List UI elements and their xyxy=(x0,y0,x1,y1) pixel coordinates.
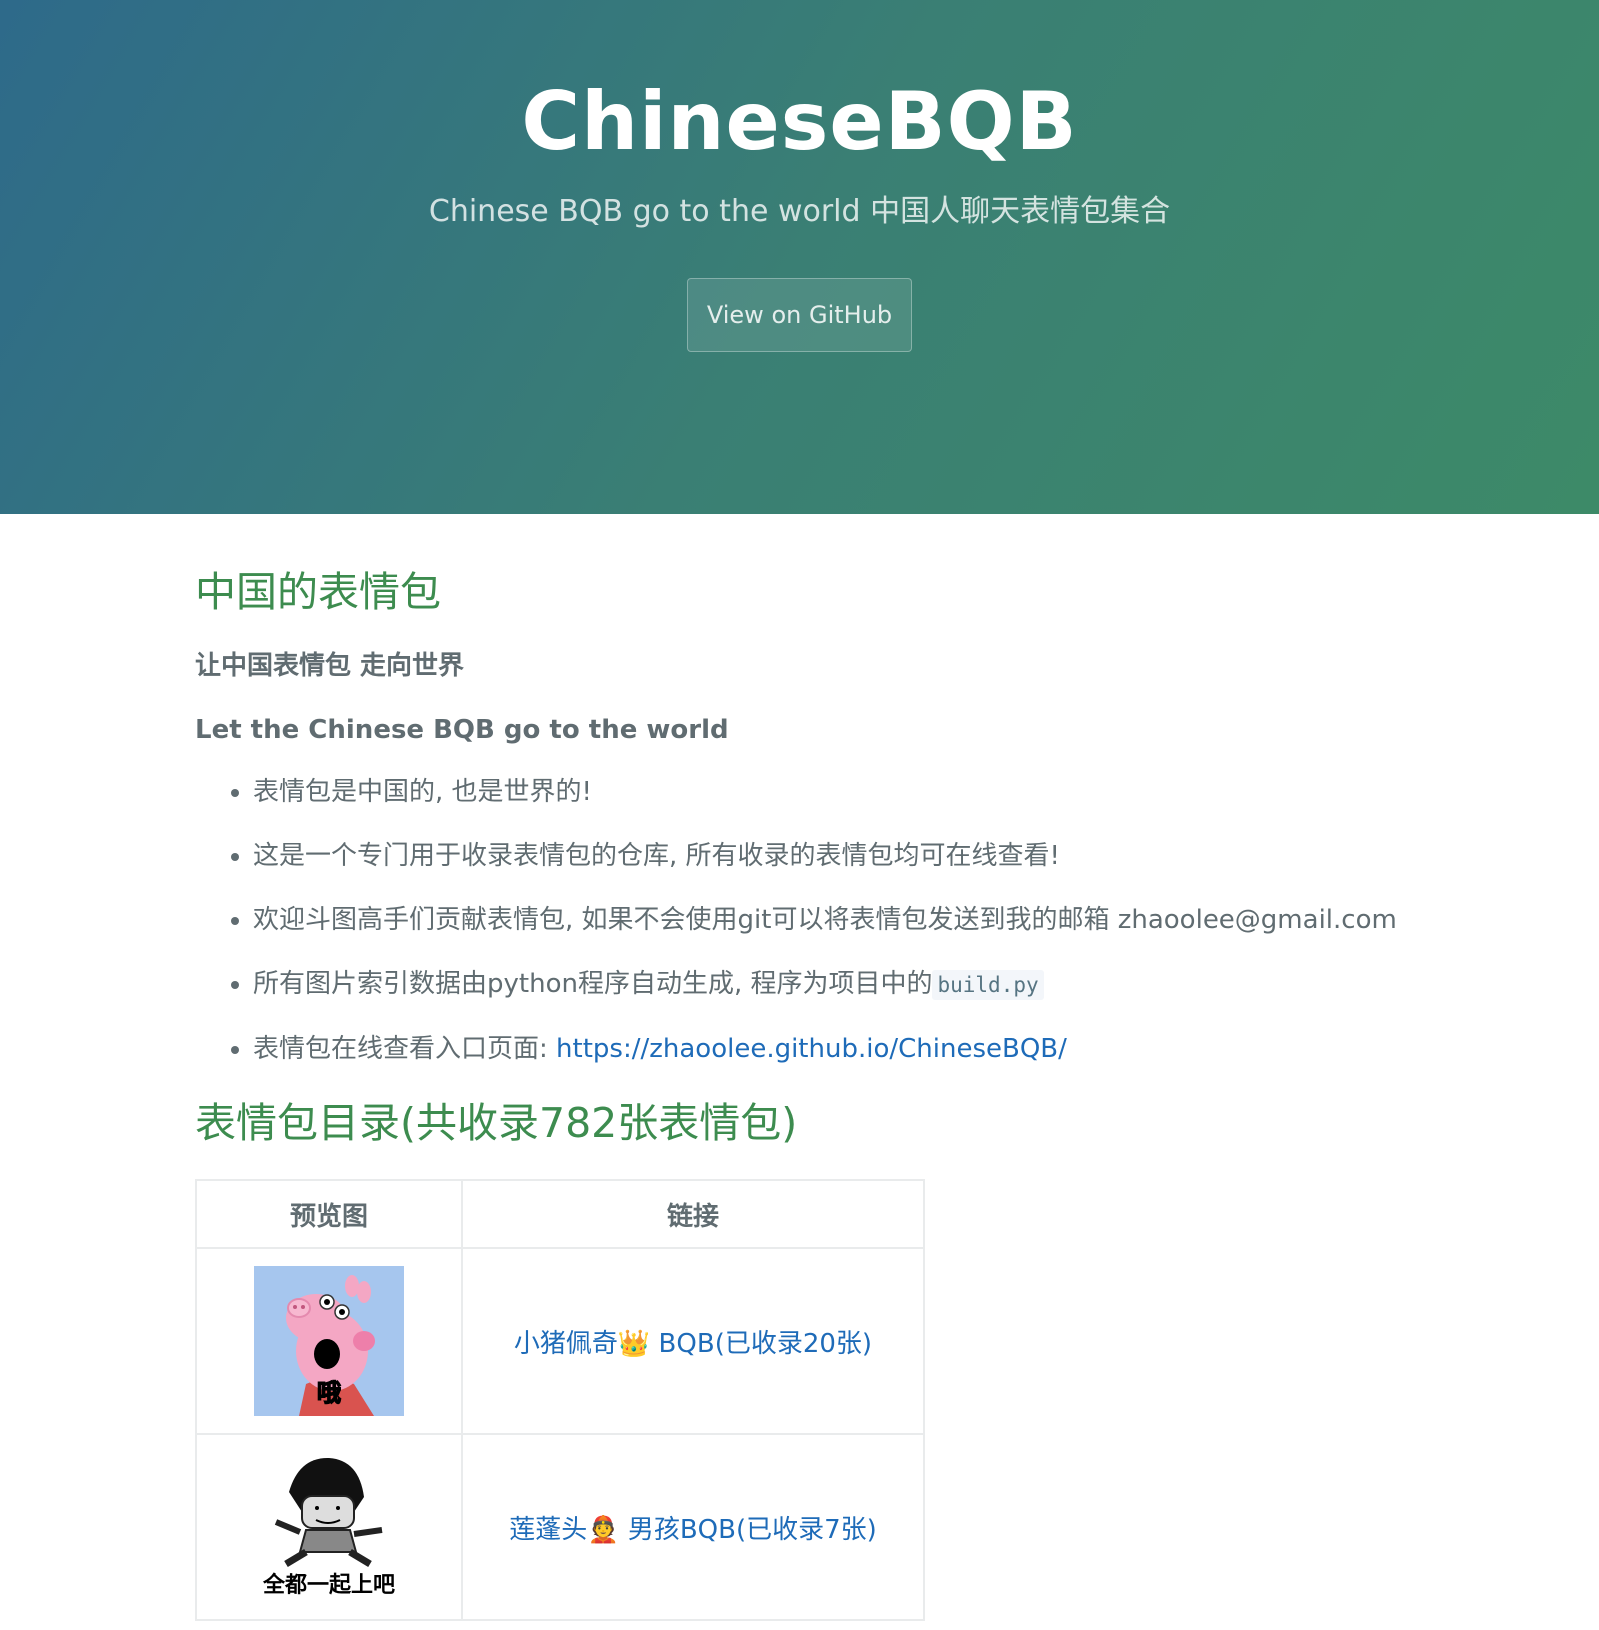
link-cell: 莲蓬头👲 男孩BQB(已收录7张) xyxy=(461,1433,925,1621)
table-row: 全都一起上吧 莲蓬头👲 男孩BQB(已收录7张) xyxy=(195,1433,925,1621)
table-row: 哦 小猪佩奇👑 BQB(已收录20张) xyxy=(195,1247,925,1435)
list-item: 欢迎斗图高手们贡献表情包, 如果不会使用git可以将表情包发送到我的邮箱 zha… xyxy=(253,902,1415,938)
online-entry-label: 表情包在线查看入口页面: xyxy=(253,1034,557,1064)
section-heading-catalog: 表情包目录(共收录782张表情包) xyxy=(195,1099,798,1147)
link-cell: 小猪佩奇👑 BQB(已收录20张) xyxy=(461,1247,925,1435)
bqb-link-peppa-pig[interactable]: 小猪佩奇👑 BQB(已收录20张) xyxy=(514,1329,872,1359)
project-tagline: Chinese BQB go to the world 中国人聊天表情包集合 xyxy=(428,194,1171,229)
preview-cell: 哦 xyxy=(195,1247,463,1435)
bqb-link-lotus-head-boy[interactable]: 莲蓬头👲 男孩BQB(已收录7张) xyxy=(509,1515,877,1545)
project-title: ChineseBQB xyxy=(521,75,1078,168)
preview-caption: 全都一起上吧 xyxy=(262,1572,395,1598)
lotus-head-boy-preview-image[interactable]: 全都一起上吧 xyxy=(254,1452,404,1602)
list-item: 表情包在线查看入口页面: https://zhaoolee.github.io/… xyxy=(253,1031,1415,1067)
list-item: 所有图片索引数据由python程序自动生成, 程序为项目中的build.py xyxy=(253,966,1415,1003)
view-on-github-button[interactable]: View on GitHub xyxy=(687,278,912,352)
page-header: ChineseBQB Chinese BQB go to the world 中… xyxy=(0,0,1599,514)
section-heading-chinese-bqb: 中国的表情包 xyxy=(195,568,441,616)
slogan-chinese: 让中国表情包 走向世界 xyxy=(195,651,465,681)
peppa-pig-preview-image[interactable]: 哦 xyxy=(254,1266,404,1416)
column-header-link: 链接 xyxy=(461,1179,925,1249)
main-content: 中国的表情包 让中国表情包 走向世界 Let the Chinese BQB g… xyxy=(0,514,1415,1621)
slogan-english: Let the Chinese BQB go to the world xyxy=(195,715,729,745)
preview-caption: 哦 xyxy=(317,1379,341,1407)
preview-cell: 全都一起上吧 xyxy=(195,1433,463,1621)
build-script-code: build.py xyxy=(932,970,1044,1000)
intro-list: 表情包是中国的, 也是世界的! 这是一个专门用于收录表情包的仓库, 所有收录的表… xyxy=(195,774,1415,1067)
table-header-row: 预览图 链接 xyxy=(195,1179,925,1249)
list-item: 表情包是中国的, 也是世界的! xyxy=(253,774,1415,810)
column-header-preview: 预览图 xyxy=(195,1179,463,1249)
online-entry-link[interactable]: https://zhaoolee.github.io/ChineseBQB/ xyxy=(556,1034,1067,1064)
build-note-text: 所有图片索引数据由python程序自动生成, 程序为项目中的 xyxy=(253,969,933,999)
list-item: 这是一个专门用于收录表情包的仓库, 所有收录的表情包均可在线查看! xyxy=(253,838,1415,874)
bqb-catalog-table: 预览图 链接 哦 小猪佩奇👑 BQB(已收录20张) 全都一起上吧 莲蓬头👲 男… xyxy=(195,1179,925,1621)
